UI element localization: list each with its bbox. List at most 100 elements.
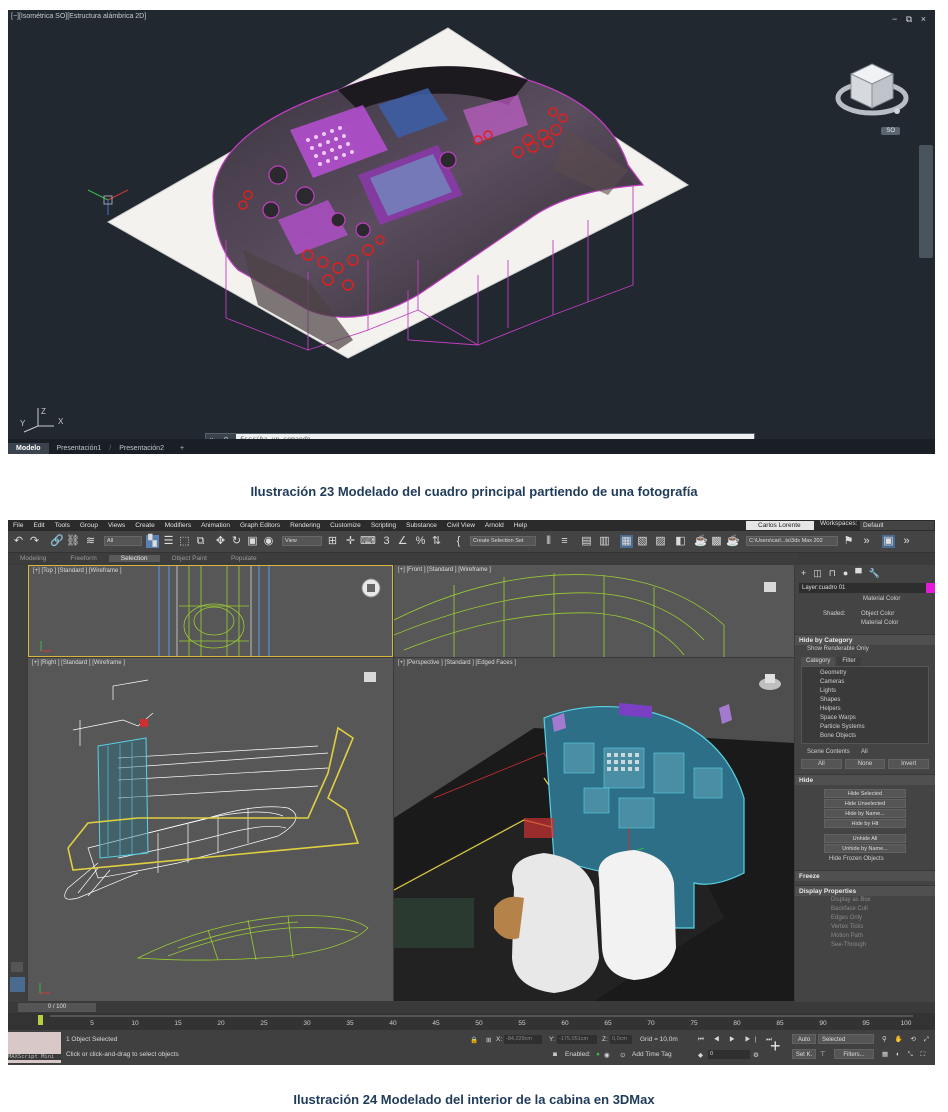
menu-group[interactable]: Group (75, 522, 103, 529)
hide-by-category-rollout[interactable]: Hide by Category (795, 634, 935, 645)
bind-spacewarp-icon[interactable]: ≋ (84, 535, 97, 548)
freeze-rollout[interactable]: Freeze (795, 870, 935, 881)
create-icon[interactable]: + (801, 568, 806, 578)
undo-icon[interactable]: ↶ (12, 535, 25, 548)
hide-frozen-checkbox[interactable]: Hide Frozen Objects (795, 855, 935, 864)
rect-select-icon[interactable]: ⬚ (178, 535, 191, 548)
category-helpers[interactable]: Helpers (802, 705, 928, 714)
viewport-front-label[interactable]: [+] [Front ] [Standard ] [Wireframe ] (398, 567, 491, 573)
backface-cull[interactable]: Backface Cull (795, 905, 935, 914)
layer-color-swatch[interactable] (926, 583, 935, 593)
hide-by-name-button[interactable]: Hide by Name... (824, 809, 906, 818)
show-renderable-checkbox[interactable]: Show Renderable Only (795, 645, 935, 654)
project-icon[interactable]: ⚑ (842, 535, 855, 548)
category-particle-systems[interactable]: Particle Systems (802, 723, 928, 732)
viewport-perspective[interactable]: [+] [Perspective ] [Standard ] [Edged Fa… (394, 658, 794, 1001)
viewport-front[interactable]: [+] [Front ] [Standard ] [Wireframe ] (394, 565, 794, 657)
viewport-perspective-label[interactable]: [+] [Perspective ] [Standard ] [Edged Fa… (398, 660, 516, 666)
nav-tools2-icons[interactable]: ▦ ◐ ⤡ ⛶ (882, 1050, 928, 1059)
tab-category[interactable]: Category (801, 657, 836, 666)
viewport-layout-bar[interactable] (8, 565, 27, 1002)
all-button[interactable]: All (801, 759, 842, 769)
angle-snap-icon[interactable]: ∠ (396, 535, 409, 548)
menu-substance[interactable]: Substance (401, 522, 442, 529)
hierarchy-icon[interactable]: ⊓ (829, 568, 836, 579)
schematic-view-icon[interactable]: ▨ (654, 535, 667, 548)
key-tangent-icon[interactable]: ⊤ (820, 1050, 826, 1058)
playback-controls[interactable]: ⏮ ◀ ▶ ▶| ⏭ (698, 1036, 776, 1044)
render-production-icon[interactable]: ☕ (726, 535, 740, 548)
menu-file[interactable]: File (8, 522, 28, 529)
window-crossing-icon[interactable]: ⧉ (194, 535, 207, 548)
viewcube-label[interactable]: SO (881, 127, 900, 135)
tab-layout1[interactable]: Presentación1 (49, 443, 110, 454)
toggle-ribbon-icon[interactable]: ▥ (598, 535, 611, 548)
redo-icon[interactable]: ↷ (28, 535, 41, 548)
display-as-box[interactable]: Display as Box (795, 896, 935, 905)
trackbar[interactable]: 5 10 15 20 25 30 35 40 45 50 55 60 65 70… (8, 1013, 935, 1030)
absolute-mode-icon[interactable]: ⊞ (486, 1036, 491, 1044)
modify-icon[interactable]: ◫ (813, 568, 822, 579)
viewport-top[interactable]: [+] [Top ] [Standard ] [Wireframe ] (28, 565, 393, 657)
display-properties-rollout[interactable]: Display Properties (795, 885, 935, 896)
viewport-right-label[interactable]: [+] [Right ] [Standard ] [Wireframe ] (32, 660, 125, 666)
hide-selected-button[interactable]: Hide Selected (824, 789, 906, 798)
rotate-icon[interactable]: ↻ (230, 535, 243, 548)
rendered-frame-icon[interactable]: ▩ (710, 535, 723, 548)
spinner-snap-icon[interactable]: ⇅ (430, 535, 443, 548)
category-bone-objects[interactable]: Bone Objects (802, 732, 928, 741)
hide-by-hit-button[interactable]: Hide by Hit (824, 819, 906, 828)
snaps-icon[interactable]: 3 (380, 535, 393, 548)
category-cameras[interactable]: Cameras (802, 678, 928, 687)
y-coordinate[interactable]: -175,051cm (557, 1035, 597, 1044)
category-space-warps[interactable]: Space Warps (802, 714, 928, 723)
select-by-name-icon[interactable]: ☰ (162, 535, 175, 548)
motion-path[interactable]: Motion Path (795, 932, 935, 941)
expand-icon[interactable] (11, 962, 23, 972)
menu-scripting[interactable]: Scripting (366, 522, 401, 529)
named-selection-dropdown[interactable]: Create Selection Set (470, 536, 536, 546)
hide-rollout[interactable]: Hide (795, 774, 935, 785)
current-frame-field[interactable]: 0 (708, 1050, 750, 1059)
none-button[interactable]: None (844, 759, 886, 769)
menu-customize[interactable]: Customize (325, 522, 366, 529)
user-account[interactable]: Carlos Lorente (746, 521, 814, 530)
unhide-by-name-button[interactable]: Unhide by Name... (824, 844, 906, 853)
nav-tools-icons[interactable]: ⚲ ✋ ⟲ ⤢ (882, 1035, 932, 1044)
scene-all-radio[interactable]: All (861, 748, 868, 757)
shaded-material-color[interactable]: Material Color (795, 619, 935, 628)
category-lights[interactable]: Lights (802, 687, 928, 696)
project-folder-dropdown[interactable]: C:\Users\carl...ts\3ds Max 202 (746, 536, 838, 546)
filters-button[interactable]: Filters... (834, 1049, 874, 1059)
pivot-icon[interactable]: ⊞ (326, 535, 339, 548)
scale-icon[interactable]: ▣ (246, 535, 259, 548)
display-icon[interactable]: ▀ (855, 568, 861, 578)
menu-rendering[interactable]: Rendering (285, 522, 325, 529)
menu-help[interactable]: Help (509, 522, 532, 529)
z-coordinate[interactable]: 0,0cm (610, 1035, 632, 1044)
key-mode-icon[interactable]: ◆ (698, 1051, 703, 1059)
expand-toolbar-icon[interactable]: » (860, 535, 873, 548)
hide-unselected-button[interactable]: Hide Unselected (824, 799, 906, 808)
viewcube[interactable] (835, 56, 909, 136)
time-slider[interactable]: 0 / 100 (8, 1002, 935, 1013)
viewport-right[interactable]: [+] [Right ] [Standard ] [Wireframe ] (28, 658, 393, 1001)
unlink-icon[interactable]: ⛓ (66, 535, 80, 548)
tab-modeling[interactable]: Modeling (8, 555, 58, 562)
invert-button[interactable]: Invert (888, 759, 930, 769)
save-icon[interactable]: ▣ (882, 535, 895, 548)
menu-civil-view[interactable]: Civil View (442, 522, 480, 529)
edit-named-sets-icon[interactable]: { (452, 535, 465, 548)
isolate-icon[interactable]: ◉ (604, 1051, 610, 1059)
edges-only[interactable]: Edges Only (795, 914, 935, 923)
scene-contents-radio[interactable]: Scene Contents (807, 748, 850, 757)
vertex-ticks[interactable]: Vertex Ticks (795, 923, 935, 932)
enabled-dot-icon[interactable]: ● (596, 1051, 600, 1058)
add-time-tag[interactable]: Add Time Tag (632, 1051, 672, 1058)
motion-icon[interactable]: ● (843, 568, 848, 578)
set-key-icon[interactable]: + (770, 1036, 781, 1057)
shaded-object-color[interactable]: Object Color (861, 610, 894, 619)
tab-freeform[interactable]: Freeform (58, 555, 108, 562)
mirror-icon[interactable]: ⫴ (542, 535, 555, 548)
navigation-bar[interactable] (919, 145, 933, 258)
